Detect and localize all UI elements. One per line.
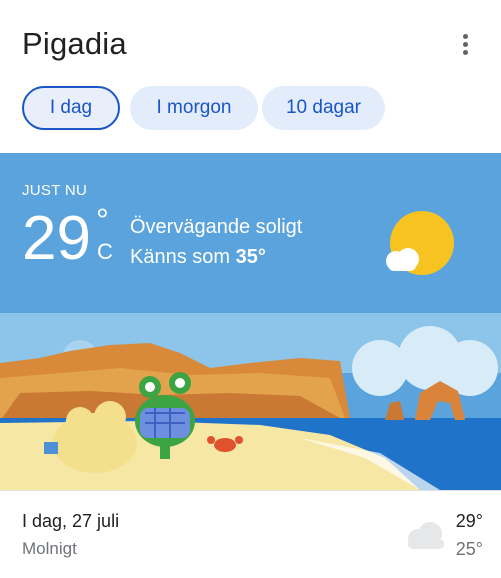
feels-like-value: 35° bbox=[235, 246, 266, 268]
degree-symbol: ° bbox=[96, 202, 109, 238]
forecast-day: I dag, 27 juli bbox=[22, 511, 120, 531]
tab-10-days[interactable]: 10 dagar bbox=[262, 86, 385, 130]
tab-10-days-label: 10 dagar bbox=[285, 97, 361, 118]
forecast-high: 29° bbox=[455, 511, 483, 531]
forecast-row[interactable]: I dag, 27 juli Molnigt 29° 25° bbox=[0, 490, 501, 578]
tab-today[interactable]: I dag bbox=[22, 86, 120, 130]
cloud-icon bbox=[408, 522, 444, 549]
now-label: JUST NU bbox=[22, 182, 88, 199]
location-title: Pigadia bbox=[22, 26, 127, 61]
sun-with-cloud-icon bbox=[386, 211, 454, 275]
weather-condition: Övervägande soligt bbox=[130, 216, 303, 238]
tab-tomorrow-label: I morgon bbox=[156, 97, 232, 118]
tab-today-label: I dag bbox=[49, 97, 93, 118]
forecast-description: Molnigt bbox=[22, 539, 77, 558]
feels-like: Känns som 35° bbox=[130, 246, 266, 269]
more-vert-icon[interactable] bbox=[452, 30, 480, 58]
tab-tomorrow[interactable]: I morgon bbox=[130, 86, 258, 130]
forecast-low: 25° bbox=[455, 539, 483, 559]
temperature-unit[interactable]: C bbox=[97, 240, 113, 264]
app-header: Pigadia I dag I morgon 10 dagar bbox=[0, 0, 501, 150]
feels-like-prefix: Känns som bbox=[130, 246, 231, 268]
current-temperature: 29 bbox=[22, 204, 91, 273]
